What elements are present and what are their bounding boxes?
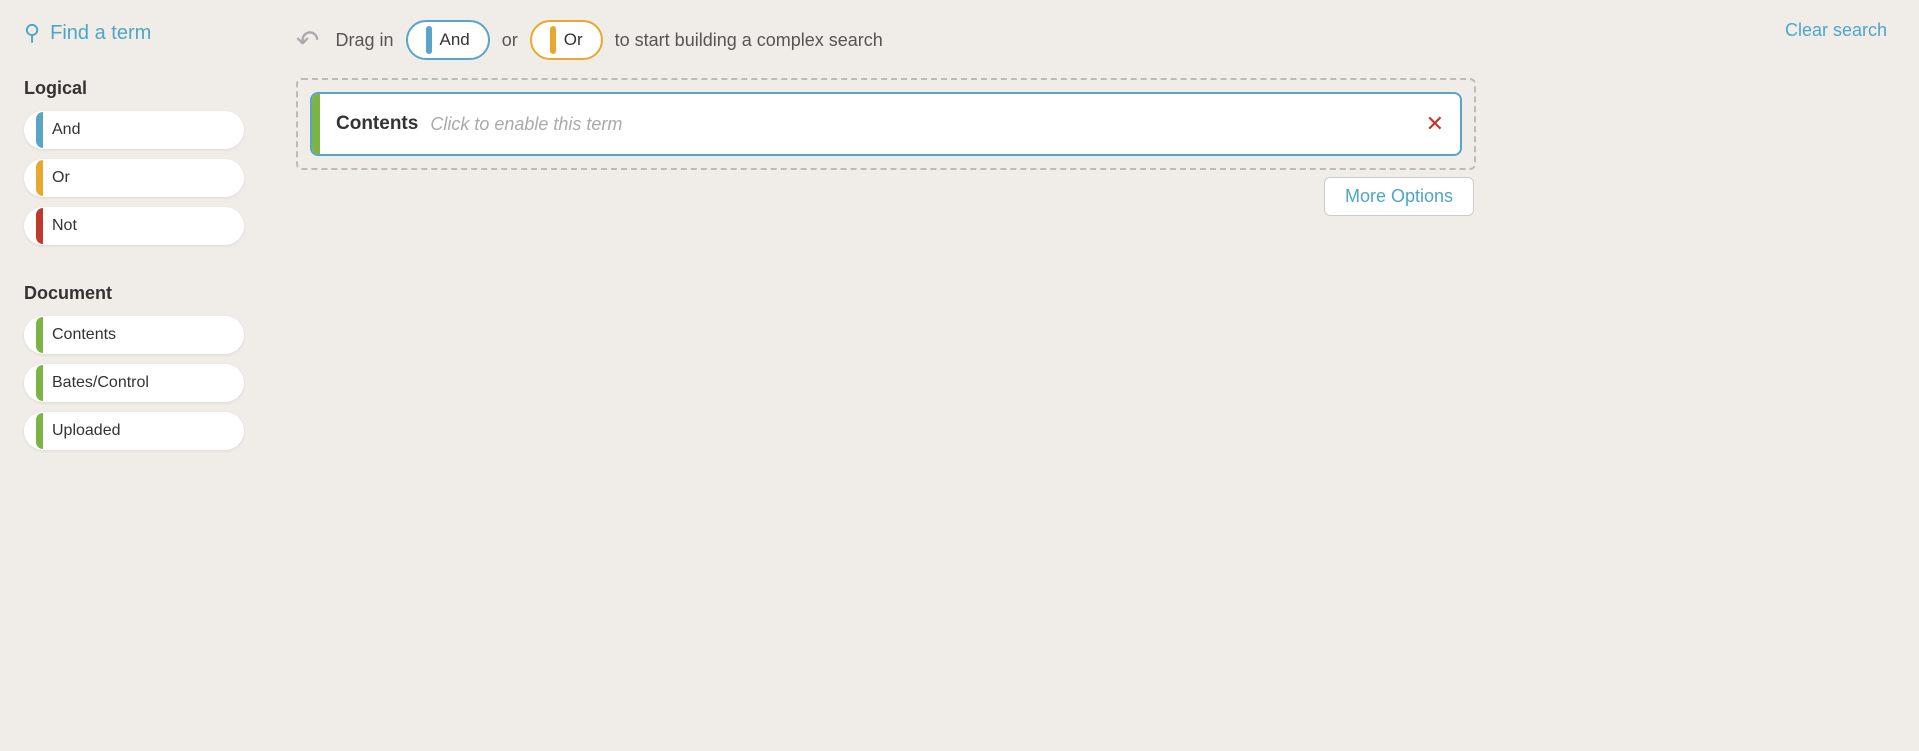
and-label: And [52, 121, 80, 139]
or-term-button[interactable]: Or [24, 159, 244, 197]
or-pill-label: Or [564, 30, 583, 50]
logical-heading: Logical [24, 78, 256, 99]
or-pill[interactable]: Or [530, 20, 603, 60]
term-card-label: Contents [336, 113, 418, 135]
not-label: Not [52, 217, 77, 235]
search-drop-zone[interactable]: Contents Click to enable this term ✕ Mor… [296, 78, 1476, 170]
term-card-color-bar [312, 94, 320, 154]
document-section: Document Contents Bates/Control Uploaded [24, 279, 256, 460]
instruction-row: ↶ Drag in And or Or to start building a … [296, 20, 1887, 60]
term-card-close-button[interactable]: ✕ [1426, 111, 1444, 137]
uploaded-label: Uploaded [52, 422, 121, 440]
logical-section: Logical And Or Not [24, 74, 256, 255]
drag-text-post: to start building a complex search [615, 30, 883, 51]
document-heading: Document [24, 283, 256, 304]
sidebar: ⚲ Find a term Logical And Or Not Documen… [0, 0, 280, 751]
clear-search-button[interactable]: Clear search [1785, 20, 1887, 41]
contents-term-card[interactable]: Contents Click to enable this term ✕ [310, 92, 1462, 156]
contents-label: Contents [52, 326, 116, 344]
or-label: Or [52, 169, 70, 187]
bates-term-button[interactable]: Bates/Control [24, 364, 244, 402]
main-area: ↶ Drag in And or Or to start building a … [280, 0, 1919, 751]
bates-label: Bates/Control [52, 374, 149, 392]
term-card-hint: Click to enable this term [430, 114, 622, 135]
and-pill[interactable]: And [406, 20, 490, 60]
find-term-label[interactable]: Find a term [50, 22, 151, 45]
or-connector: or [502, 30, 518, 51]
uploaded-term-button[interactable]: Uploaded [24, 412, 244, 450]
search-icon: ⚲ [24, 20, 40, 46]
drag-arrow-icon: ↶ [296, 24, 319, 57]
and-pill-label: And [440, 30, 470, 50]
and-term-button[interactable]: And [24, 111, 244, 149]
contents-term-button[interactable]: Contents [24, 316, 244, 354]
drag-text-pre: Drag in [335, 30, 393, 51]
not-term-button[interactable]: Not [24, 207, 244, 245]
find-term-row[interactable]: ⚲ Find a term [24, 20, 256, 46]
more-options-button[interactable]: More Options [1324, 177, 1474, 216]
